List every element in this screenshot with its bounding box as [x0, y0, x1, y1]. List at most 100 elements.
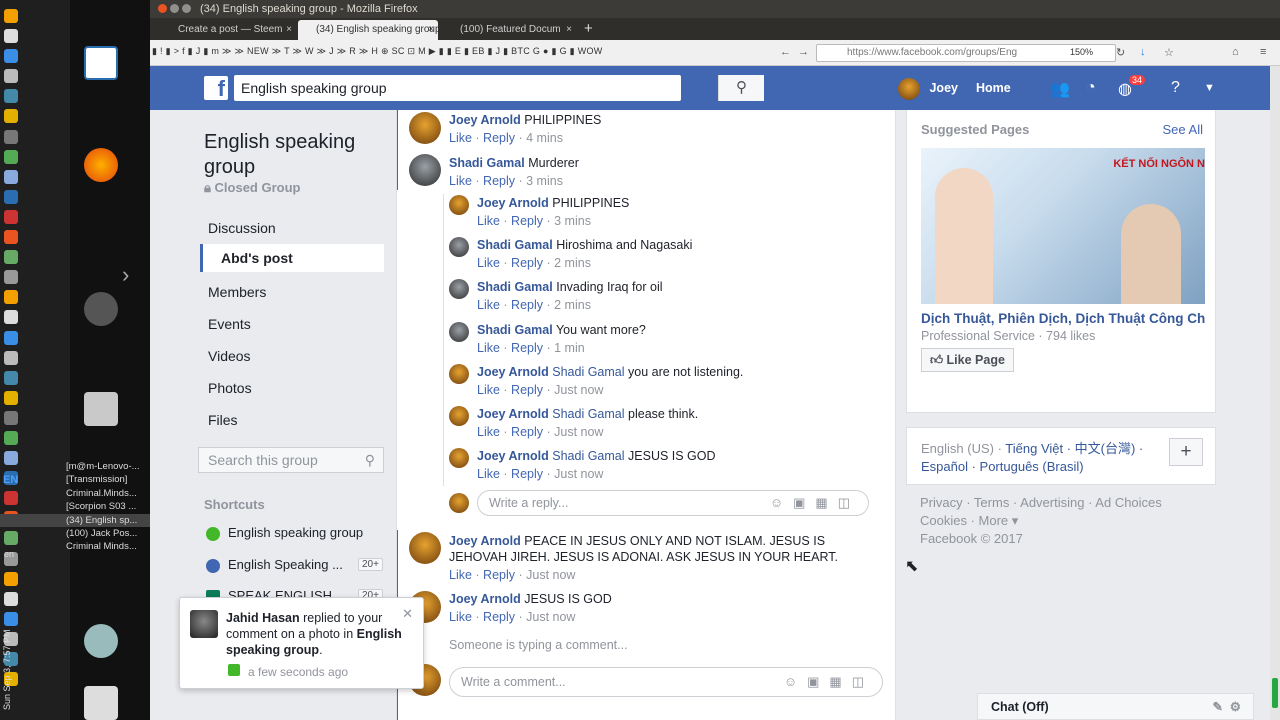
page-scrollbar[interactable]	[1270, 66, 1280, 720]
close-window-icon[interactable]	[158, 4, 167, 13]
account-menu-icon[interactable]: ▼	[1204, 82, 1215, 94]
like-link[interactable]: Like	[477, 256, 500, 270]
menu-icon[interactable]: ≡	[1260, 46, 1266, 58]
bookmark-icon[interactable]: ☆	[1164, 46, 1174, 59]
gear-icon[interactable]: ⚙	[1230, 694, 1241, 720]
home-link[interactable]: Home	[976, 76, 1011, 100]
like-link[interactable]: Like	[477, 341, 500, 355]
launcher-app-icon[interactable]	[4, 189, 18, 204]
launcher-app-icon[interactable]	[4, 330, 18, 345]
tab-steem[interactable]: Create a post — Steem ×	[160, 20, 296, 40]
reply-link[interactable]: Reply	[483, 131, 515, 145]
comment-author[interactable]: Joey Arnold	[477, 365, 549, 379]
comment-author[interactable]: Joey Arnold	[477, 407, 549, 421]
tab-youtube[interactable]: (100) Featured Docum ×	[442, 20, 576, 40]
firefox-icon[interactable]	[84, 148, 118, 182]
reply-link[interactable]: Reply	[511, 425, 543, 439]
launcher-app-icon[interactable]	[4, 69, 18, 84]
clock[interactable]: Sun Sep 3, 7:57 PM	[2, 600, 18, 710]
comment-author[interactable]: Joey Arnold	[449, 592, 521, 606]
see-all-link[interactable]: See All	[1163, 122, 1203, 137]
nav-photos[interactable]: Photos	[208, 380, 252, 396]
suggested-page-image[interactable]: KẾT NỐI NGÔN N	[921, 148, 1205, 304]
launcher-app-icon[interactable]	[4, 9, 18, 23]
comment-input[interactable]: Write a comment... ☺▣▦◫	[449, 667, 883, 697]
launcher-app-icon[interactable]	[4, 370, 18, 385]
launcher-app-icon[interactable]	[4, 149, 18, 164]
suggested-page-name[interactable]: Dịch Thuật, Phiên Dịch, Dịch Thuật Công …	[921, 311, 1205, 326]
reply-link[interactable]: Reply	[511, 467, 543, 481]
launcher-app-icon[interactable]	[4, 89, 18, 104]
bookmarks-toolbar[interactable]: ▮ ! ▮ > f ▮ J ▮ m ≫ ≫ NEW ≫ T ≫ W ≫ J ≫ …	[152, 46, 603, 57]
forward-icon[interactable]: →	[798, 46, 809, 58]
reload-icon[interactable]: ↻	[1116, 46, 1125, 59]
search-icon[interactable]: ⚲	[365, 448, 375, 472]
more-languages-button[interactable]: +	[1169, 438, 1203, 466]
like-link[interactable]: Like	[477, 298, 500, 312]
like-link[interactable]: Like	[477, 425, 500, 439]
new-tab-icon[interactable]: +	[584, 20, 593, 37]
reply-link[interactable]: Reply	[511, 298, 543, 312]
comment-time[interactable]: Just now	[554, 467, 603, 481]
taskbar-item[interactable]: [Transmission]	[0, 473, 150, 486]
ubuntu-icon[interactable]	[84, 292, 118, 326]
comment-author[interactable]: Shadi Gamal	[449, 156, 525, 170]
launcher-app-icon[interactable]	[4, 571, 18, 586]
like-page-button[interactable]: 👍︎ Like Page	[921, 348, 1014, 372]
user-switch-icon[interactable]	[84, 624, 118, 658]
reply-link[interactable]: Reply	[511, 214, 543, 228]
avatar[interactable]	[449, 364, 469, 384]
launcher-app-icon[interactable]	[4, 209, 18, 224]
compose-icon[interactable]: ✎	[1213, 694, 1223, 720]
language-links[interactable]: Español · Português (Brasil)	[921, 459, 1084, 474]
reply-link[interactable]: Reply	[483, 174, 515, 188]
launcher-app-icon[interactable]	[4, 350, 18, 365]
comment-time[interactable]: Just now	[554, 425, 603, 439]
launcher-app-icon[interactable]	[4, 250, 18, 265]
maximize-window-icon[interactable]	[182, 4, 191, 13]
reply-link[interactable]: Reply	[511, 383, 543, 397]
launcher-app-icon[interactable]	[4, 49, 18, 64]
friend-requests-icon[interactable]: 👥	[1050, 79, 1070, 99]
nav-events[interactable]: Events	[208, 316, 251, 332]
close-tab-icon[interactable]: ×	[428, 20, 434, 40]
messenger-icon[interactable]: ◔	[1086, 79, 1096, 97]
comment-author[interactable]: Shadi Gamal	[477, 323, 553, 337]
search-icon[interactable]: ⚲	[718, 75, 764, 101]
like-link[interactable]: Like	[449, 568, 472, 582]
nav-members[interactable]: Members	[208, 284, 266, 300]
comment-mention[interactable]: Shadi Gamal	[552, 407, 624, 421]
like-link[interactable]: Like	[477, 383, 500, 397]
taskbar-item[interactable]: [Scorpion S03 ...	[0, 500, 150, 513]
launcher-app-icon[interactable]	[4, 129, 18, 144]
reply-link[interactable]: Reply	[483, 568, 515, 582]
composer-icons[interactable]: ☺▣▦◫	[770, 491, 860, 515]
launcher-app-icon[interactable]	[4, 109, 18, 124]
like-link[interactable]: Like	[477, 467, 500, 481]
drive-icon[interactable]	[84, 392, 118, 426]
tab-facebook[interactable]: (34) English speaking group ×	[298, 20, 438, 40]
chat-bar[interactable]: Chat (Off) ✎ ⚙	[977, 693, 1254, 720]
comment-time[interactable]: 2 mins	[554, 256, 591, 270]
nav-abds-post[interactable]: Abd's post	[200, 244, 384, 272]
keyboard-layout[interactable]: EN	[3, 474, 18, 486]
comment-time[interactable]: Just now	[554, 383, 603, 397]
comment-time[interactable]: 3 mins	[554, 214, 591, 228]
chevron-right-icon[interactable]: ›	[122, 262, 129, 288]
close-tab-icon[interactable]: ×	[566, 20, 572, 40]
comment-author[interactable]: Joey Arnold	[449, 113, 521, 127]
comment-time[interactable]: Just now	[526, 568, 575, 582]
like-link[interactable]: Like	[449, 131, 472, 145]
taskbar-item[interactable]: Criminal Minds...	[0, 540, 150, 553]
footer-link-row[interactable]: Cookies · More ▾	[920, 512, 1210, 530]
taskbar-item[interactable]: [m@m-Lenovo-...	[0, 460, 150, 473]
avatar[interactable]	[409, 112, 441, 144]
minimize-window-icon[interactable]	[170, 4, 179, 13]
group-name[interactable]: English speaking group	[204, 130, 384, 180]
nav-videos[interactable]: Videos	[208, 348, 251, 364]
shortcut-item[interactable]: English speaking group	[206, 525, 363, 541]
launcher-app-icon[interactable]	[4, 430, 18, 445]
avatar[interactable]	[409, 154, 441, 186]
avatar[interactable]	[449, 237, 469, 257]
reply-link[interactable]: Reply	[511, 256, 543, 270]
